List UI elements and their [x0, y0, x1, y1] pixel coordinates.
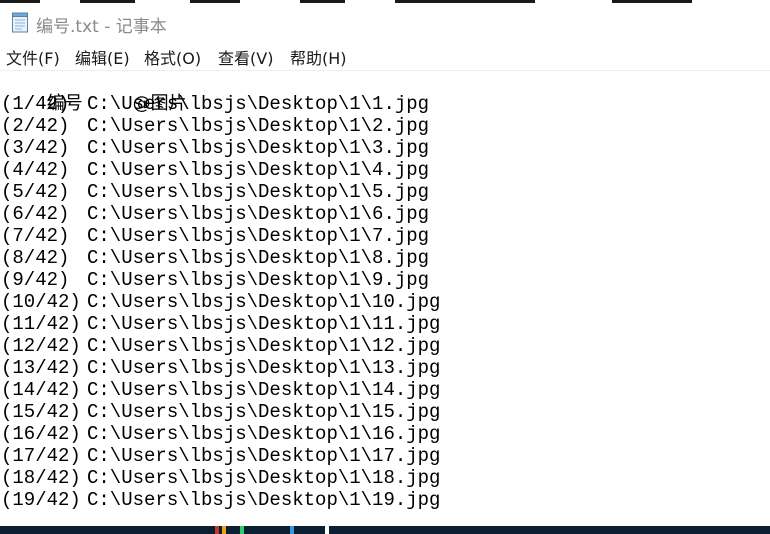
taskbar-app-indicator[interactable]: [325, 526, 329, 534]
menu-format[interactable]: 格式(O): [144, 45, 201, 69]
line-path: C:\Users\lbsjs\Desktop\1\8.jpg: [87, 247, 430, 269]
line-path: C:\Users\lbsjs\Desktop\1\15.jpg: [87, 401, 441, 423]
line-path: C:\Users\lbsjs\Desktop\1\14.jpg: [87, 379, 441, 401]
menu-edit[interactable]: 编辑(E): [75, 45, 130, 69]
line-path: C:\Users\lbsjs\Desktop\1\11.jpg: [87, 313, 441, 335]
line-number: (3/42): [1, 137, 70, 159]
line-number: (13/42): [1, 357, 81, 379]
text-line: (2/42) C:\Users\lbsjs\Desktop\1\2.jpg: [1, 115, 429, 137]
window-title: 编号.txt - 记事本: [36, 17, 167, 37]
line-path: C:\Users\lbsjs\Desktop\1\9.jpg: [87, 269, 430, 291]
title-bar[interactable]: 编号.txt - 记事本: [0, 6, 770, 40]
line-number: (6/42): [1, 203, 70, 225]
text-line: (14/42) C:\Users\lbsjs\Desktop\1\14.jpg: [1, 379, 440, 401]
header-line: 编号 @图片: [1, 71, 187, 114]
taskbar-app-indicator[interactable]: [222, 526, 226, 534]
line-number: (17/42): [1, 445, 81, 467]
line-number: (16/42): [1, 423, 81, 445]
line-number: (2/42): [1, 115, 70, 137]
line-number: (1/42): [1, 93, 70, 115]
line-number: (12/42): [1, 335, 81, 357]
text-line: (12/42) C:\Users\lbsjs\Desktop\1\12.jpg: [1, 335, 440, 357]
text-line: (4/42) C:\Users\lbsjs\Desktop\1\4.jpg: [1, 159, 429, 181]
line-path: C:\Users\lbsjs\Desktop\1\17.jpg: [87, 445, 441, 467]
line-number: (9/42): [1, 269, 70, 291]
line-number: (19/42): [1, 489, 81, 511]
text-line: (18/42) C:\Users\lbsjs\Desktop\1\18.jpg: [1, 467, 440, 489]
text-line: (3/42) C:\Users\lbsjs\Desktop\1\3.jpg: [1, 137, 429, 159]
text-line: (15/42) C:\Users\lbsjs\Desktop\1\15.jpg: [1, 401, 440, 423]
text-line: (17/42) C:\Users\lbsjs\Desktop\1\17.jpg: [1, 445, 440, 467]
line-path: C:\Users\lbsjs\Desktop\1\4.jpg: [87, 159, 430, 181]
notepad-icon: [12, 12, 28, 33]
line-number: (7/42): [1, 225, 70, 247]
text-line: (6/42) C:\Users\lbsjs\Desktop\1\6.jpg: [1, 203, 429, 225]
menu-view[interactable]: 查看(V): [218, 45, 273, 69]
line-number: (5/42): [1, 181, 70, 203]
line-path: C:\Users\lbsjs\Desktop\1\5.jpg: [87, 181, 430, 203]
menu-file[interactable]: 文件(F): [6, 45, 60, 69]
line-number: (4/42): [1, 159, 70, 181]
line-path: C:\Users\lbsjs\Desktop\1\7.jpg: [87, 225, 430, 247]
taskbar-app-indicator[interactable]: [240, 526, 244, 534]
line-path: C:\Users\lbsjs\Desktop\1\13.jpg: [87, 357, 441, 379]
taskbar: [0, 526, 770, 534]
text-line: (13/42) C:\Users\lbsjs\Desktop\1\13.jpg: [1, 357, 440, 379]
taskbar-app-indicator[interactable]: [215, 526, 219, 534]
line-number: (15/42): [1, 401, 81, 423]
menu-help[interactable]: 帮助(H): [290, 45, 347, 69]
text-line: (19/42) C:\Users\lbsjs\Desktop\1\19.jpg: [1, 489, 440, 511]
text-line: (9/42) C:\Users\lbsjs\Desktop\1\9.jpg: [1, 269, 429, 291]
line-number: (10/42): [1, 291, 81, 313]
line-path: C:\Users\lbsjs\Desktop\1\6.jpg: [87, 203, 430, 225]
taskbar-app-indicator[interactable]: [290, 526, 294, 534]
text-line: (8/42) C:\Users\lbsjs\Desktop\1\8.jpg: [1, 247, 429, 269]
text-editor[interactable]: 编号 @图片 (1/42) C:\Users\lbsjs\Desktop\1\1.j…: [0, 71, 770, 517]
line-path: C:\Users\lbsjs\Desktop\1\12.jpg: [87, 335, 441, 357]
text-line: (5/42) C:\Users\lbsjs\Desktop\1\5.jpg: [1, 181, 429, 203]
line-path: C:\Users\lbsjs\Desktop\1\19.jpg: [87, 489, 441, 511]
line-path: C:\Users\lbsjs\Desktop\1\1.jpg: [87, 93, 430, 115]
line-number: (14/42): [1, 379, 81, 401]
line-path: C:\Users\lbsjs\Desktop\1\18.jpg: [87, 467, 441, 489]
line-number: (8/42): [1, 247, 70, 269]
line-path: C:\Users\lbsjs\Desktop\1\3.jpg: [87, 137, 430, 159]
text-line: (1/42) C:\Users\lbsjs\Desktop\1\1.jpg: [1, 93, 429, 115]
menu-bar: 文件(F) 编辑(E) 格式(O) 查看(V) 帮助(H): [0, 40, 770, 71]
text-line: (11/42) C:\Users\lbsjs\Desktop\1\11.jpg: [1, 313, 440, 335]
line-number: (18/42): [1, 467, 81, 489]
line-number: (11/42): [1, 313, 81, 335]
text-line: (10/42) C:\Users\lbsjs\Desktop\1\10.jpg: [1, 291, 440, 313]
line-path: C:\Users\lbsjs\Desktop\1\2.jpg: [87, 115, 430, 137]
line-path: C:\Users\lbsjs\Desktop\1\16.jpg: [87, 423, 441, 445]
line-path: C:\Users\lbsjs\Desktop\1\10.jpg: [87, 291, 441, 313]
text-line: (7/42) C:\Users\lbsjs\Desktop\1\7.jpg: [1, 225, 429, 247]
text-line: (16/42) C:\Users\lbsjs\Desktop\1\16.jpg: [1, 423, 440, 445]
